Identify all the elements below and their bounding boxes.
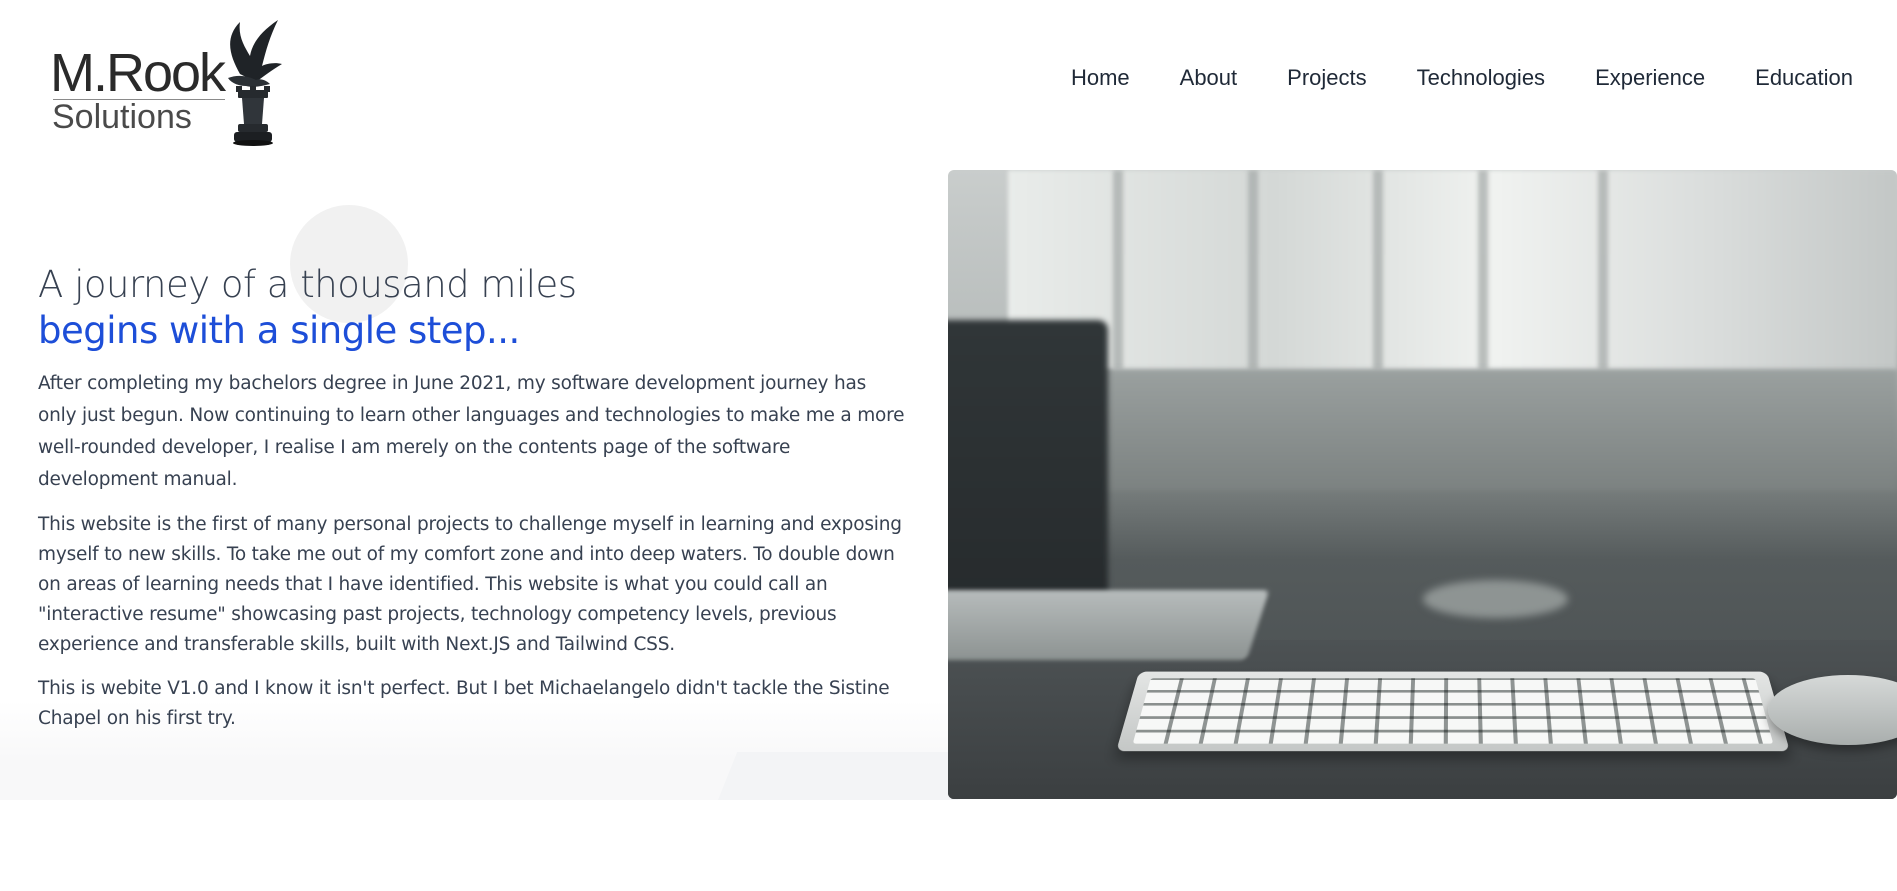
nav-item-technologies[interactable]: Technologies: [1417, 67, 1545, 89]
raven-on-rook-icon: [200, 16, 290, 156]
desk-keyboard-laptop-photo: [948, 170, 1897, 799]
photo-bowl: [1423, 580, 1568, 618]
photo-window: [1008, 170, 1897, 370]
nav-item-about[interactable]: About: [1180, 67, 1238, 89]
photo-mullion: [1113, 170, 1123, 370]
hero-text: A journey of a thousand miles begins wit…: [38, 262, 908, 734]
logo-text-primary: M.Rook: [50, 46, 224, 100]
hero-paragraph-3: This is webite V1.0 and I know it isn't …: [38, 674, 908, 734]
photo-keyboard: [1116, 672, 1790, 752]
hero-heading: A journey of a thousand miles begins wit…: [38, 262, 908, 354]
nav-item-projects[interactable]: Projects: [1287, 67, 1366, 89]
photo-mullion: [1598, 170, 1608, 370]
hero-heading-line2: begins with a single step...: [38, 308, 908, 354]
hero-paragraph-2: This website is the first of many person…: [38, 510, 908, 660]
main-nav: Home About Projects Technologies Experie…: [1071, 67, 1853, 89]
nav-item-home[interactable]: Home: [1071, 67, 1130, 89]
photo-mullion: [1478, 170, 1488, 370]
nav-item-experience[interactable]: Experience: [1595, 67, 1705, 89]
photo-keyboard-keys: [1133, 678, 1774, 743]
photo-mullion: [1248, 170, 1258, 370]
photo-laptop-base: [948, 590, 1269, 660]
decorative-wedge: [718, 752, 958, 800]
site-header: M.Rook Solutions Home About Projects Tec…: [0, 0, 1897, 165]
hero-paragraph-1: After completing my bachelors degree in …: [38, 368, 908, 496]
photo-mullion: [1373, 170, 1383, 370]
hero-heading-line1: A journey of a thousand miles: [38, 262, 908, 308]
nav-item-education[interactable]: Education: [1755, 67, 1853, 89]
logo[interactable]: M.Rook Solutions: [50, 16, 290, 156]
logo-text-secondary: Solutions: [52, 100, 192, 134]
